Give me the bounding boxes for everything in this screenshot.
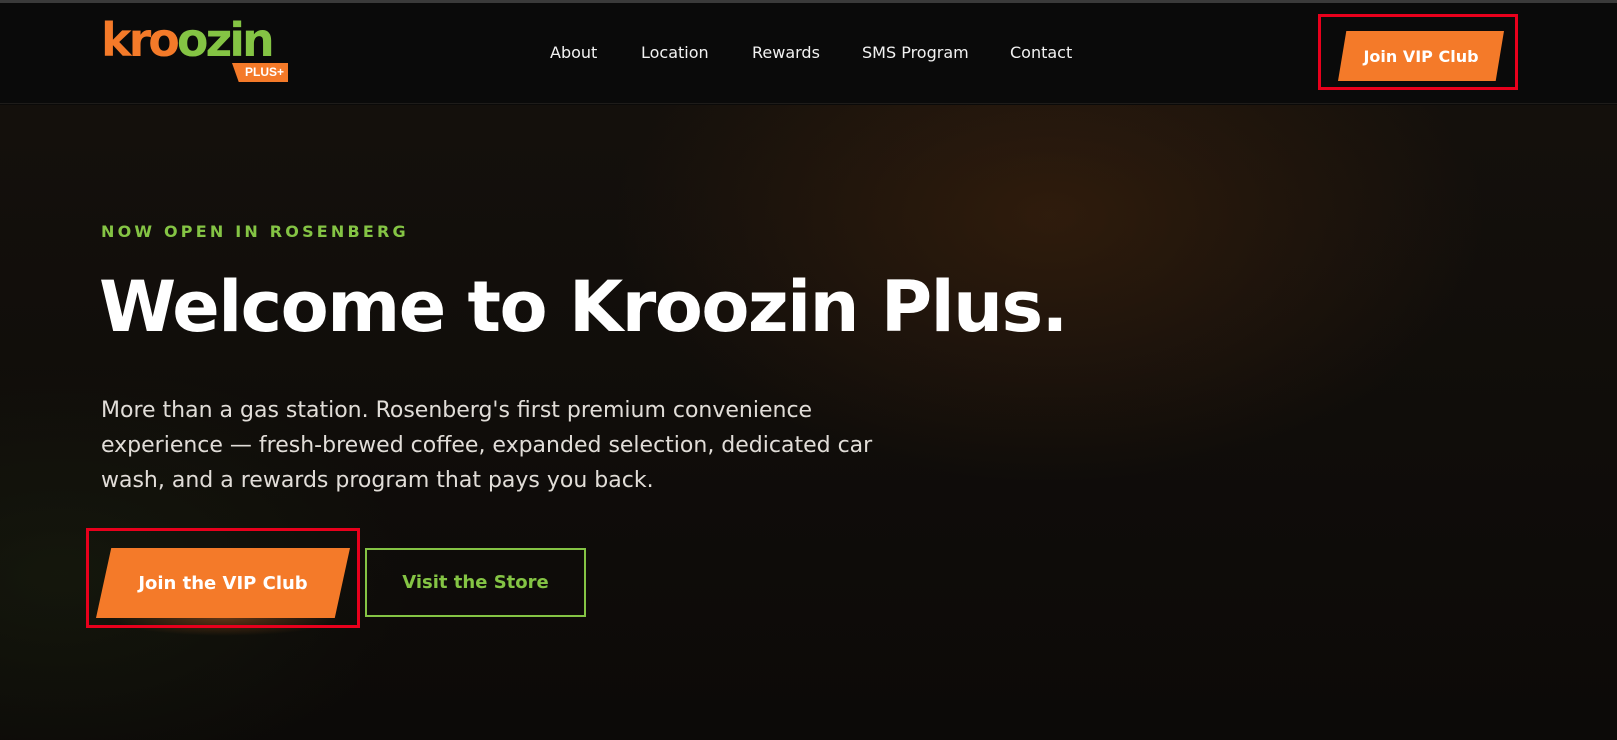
nav-link-about[interactable]: About [550,43,597,62]
nav-link-location[interactable]: Location [641,43,709,62]
hero-headline: Welcome to Kroozin Plus. [99,266,1068,348]
kroozin-plus-logo[interactable]: kroozin PLUS+ [101,17,291,87]
nav-link-sms-program[interactable]: SMS Program [862,43,969,62]
hero-eyebrow: NOW OPEN IN ROSENBERG [101,222,409,241]
logo-plus-badge: PLUS+ [232,63,288,82]
logo-wordmark: kroozin [101,13,275,67]
nav-link-rewards[interactable]: Rewards [752,43,820,62]
visit-the-store-button[interactable]: Visit the Store [365,548,586,617]
join-the-vip-club-button[interactable]: Join the VIP Club [96,548,350,618]
site-header: kroozin PLUS+ About Location Rewards SMS… [0,3,1617,104]
hero-description: More than a gas station. Rosenberg's fir… [101,398,873,493]
nav-link-contact[interactable]: Contact [1010,43,1072,62]
join-vip-club-nav-button[interactable]: Join VIP Club [1338,31,1504,81]
